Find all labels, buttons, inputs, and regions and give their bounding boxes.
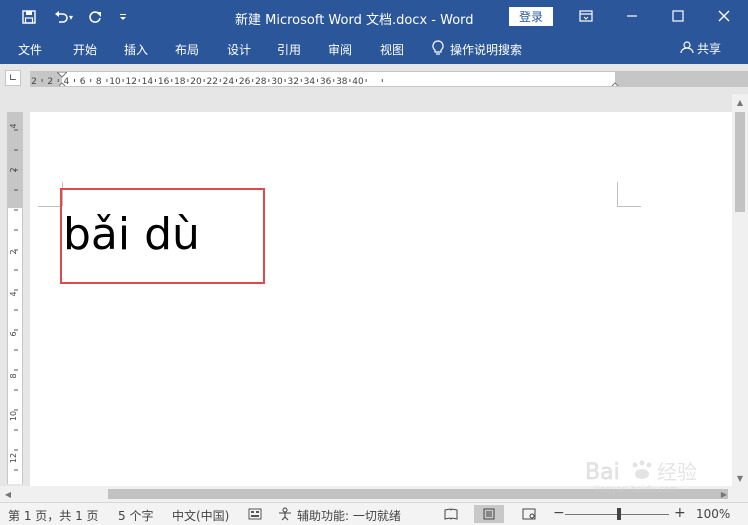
zoom-level[interactable]: 100% [696,507,730,521]
undo-dropdown-icon[interactable]: ▾ [66,6,76,28]
zoom-slider-knob[interactable] [617,508,621,520]
ruler-label: 12 [9,453,18,463]
ruler-label: 40 [352,77,364,87]
ruler-label: 4 [9,123,18,128]
tell-me-label: 操作说明搜索 [450,43,523,57]
zoom-in-button[interactable]: + [674,505,686,521]
read-mode-icon[interactable] [436,505,466,523]
tab-references[interactable]: 引用 [277,41,301,58]
right-indent-marker-icon[interactable] [610,80,620,87]
word-count[interactable]: 5 个字 [118,507,153,524]
ruler-label: 12 [125,77,136,87]
crop-mark-top-right-h [617,206,641,207]
horizontal-scroll-thumb[interactable] [108,489,728,499]
page-info[interactable]: 第 1 页，共 1 页 [8,507,99,524]
ribbon-display-icon[interactable] [563,0,609,32]
vertical-scroll-thumb[interactable] [735,112,745,212]
accessibility-icon [277,507,293,524]
tab-home[interactable]: 开始 [73,41,97,58]
tab-view[interactable]: 视图 [380,41,404,58]
minimize-icon[interactable] [609,0,655,32]
ruler-label: 22 [206,77,217,87]
language-indicator[interactable]: 中文(中国) [172,507,229,524]
ruler-label: 20 [190,77,202,87]
ruler-label: 6 [80,77,86,87]
ruler-label: 34 [304,77,316,87]
ruler-label: 2 [47,77,53,87]
person-icon [680,40,694,57]
ribbon-tabs: 文件 开始 插入 布局 设计 引用 审阅 视图 操作说明搜索 共享 [0,34,748,64]
document-canvas[interactable]: bǎi dù [30,94,732,486]
ruler-label: 10 [109,77,121,87]
ruler-label: 10 [9,411,18,421]
ruler-ticks: 2 2 4 6 8 10 12 14 16 18 20 22 24 26 28 30 32 34 36 38 40 [31,77,383,87]
customize-icon[interactable] [112,6,134,28]
document-title: 新建 Microsoft Word 文档.docx - Word [235,13,474,28]
vertical-ruler-ticks: 4224681012 [9,123,18,471]
ruler-label: 24 [223,77,235,87]
tab-insert[interactable]: 插入 [124,41,148,58]
tab-review[interactable]: 审阅 [328,41,352,58]
horizontal-scrollbar[interactable]: ◀ ▶ [0,486,748,502]
tell-me-search[interactable]: 操作说明搜索 [432,40,522,59]
document-text[interactable]: bǎi dù [63,209,200,260]
scroll-up-icon[interactable]: ▲ [732,94,748,110]
vertical-scrollbar[interactable]: ▲ ▼ [732,94,748,486]
scroll-down-icon[interactable]: ▼ [732,470,748,486]
ruler-label: 8 [96,77,102,87]
close-icon[interactable] [701,0,747,32]
tab-design[interactable]: 设计 [227,41,251,58]
ruler-label: 16 [158,77,170,87]
accessibility-label: 辅助功能: 一切就绪 [297,509,401,523]
print-layout-icon[interactable] [474,505,504,523]
ruler-label: 6 [9,331,18,336]
ruler-label: 28 [255,77,267,87]
ruler-label: 8 [9,373,18,378]
share-button[interactable]: 共享 [680,40,721,57]
indent-marker-icon[interactable] [57,72,67,87]
scroll-right-icon[interactable]: ▶ [716,486,732,502]
save-icon[interactable] [18,6,40,28]
tab-selector-icon[interactable]: ∟ [5,70,21,86]
horizontal-ruler-area: ∟ 2 2 4 6 8 10 12 14 16 18 20 22 24 26 28 30 32 34 36 38 40 [0,64,748,94]
login-button[interactable]: 登录 [509,7,553,26]
ruler-label: 36 [320,77,332,87]
ruler-label: 26 [239,77,251,87]
ruler-label: 18 [174,77,186,87]
ruler-label: 4 [9,291,18,296]
redo-icon[interactable] [84,6,106,28]
ruler-label: 14 [142,77,154,87]
crop-mark-top-left-h [38,206,62,207]
zoom-out-button[interactable]: − [553,505,565,521]
status-bar: 第 1 页，共 1 页 5 个字 中文(中国) 辅助功能: 一切就绪 − + 1… [0,502,748,525]
ruler-label: 32 [287,77,298,87]
crop-mark-top-right-v [617,182,618,206]
horizontal-ruler[interactable]: 2 2 4 6 8 10 12 14 16 18 20 22 24 26 28 30 32 34 36 38 40 [30,71,748,87]
ruler-label: 30 [271,77,283,87]
lightbulb-icon [432,40,444,59]
scroll-left-icon[interactable]: ◀ [0,486,16,502]
web-layout-icon[interactable] [514,505,544,523]
document-page[interactable] [30,112,732,486]
tab-layout[interactable]: 布局 [175,41,199,58]
macro-record-icon[interactable] [248,507,262,521]
accessibility-status[interactable]: 辅助功能: 一切就绪 [277,507,401,524]
ruler-label: 38 [336,77,348,87]
title-bar: ▾ 新建 Microsoft Word 文档.docx - Word 登录 [0,0,748,34]
ruler-label: 2 [31,77,37,87]
share-label: 共享 [697,42,722,56]
tab-file[interactable]: 文件 [18,41,42,58]
maximize-icon[interactable] [655,0,701,32]
vertical-ruler[interactable]: 4 2 2 4 6 8 10 12 [7,112,23,484]
